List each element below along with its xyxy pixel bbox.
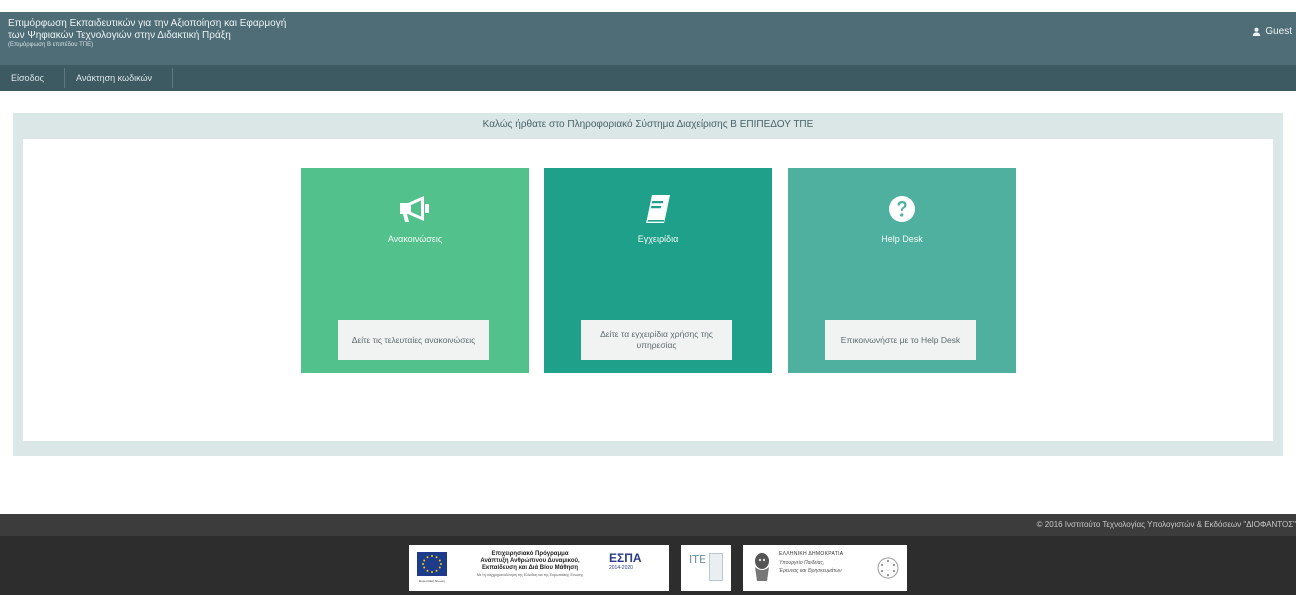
card-title: Help Desk: [881, 234, 923, 244]
nav-divider: [64, 68, 65, 88]
footer-logos: Ευρωπαϊκή Ένωση Επιχειρησιακό Πρόγραμμα …: [0, 536, 1296, 595]
question-circle-icon: [889, 196, 915, 222]
user-name: Guest: [1265, 26, 1292, 37]
card-title: Εγχειρίδια: [637, 234, 679, 244]
card-help-desk: Help Desk Επικοινωνήστε με το Help Desk: [788, 168, 1016, 373]
panel-title: Καλώς ήρθατε στο Πληροφοριακό Σύστημα Δι…: [482, 119, 814, 130]
eu-stars-badge-icon: [877, 557, 899, 579]
user-menu[interactable]: Guest: [1252, 26, 1292, 37]
header-title-line2: των Ψηφιακών Τεχνολογιών στην Διδακτική …: [8, 30, 231, 41]
eu-espa-logo: Ευρωπαϊκή Ένωση Επιχειρησιακό Πρόγραμμα …: [409, 545, 669, 591]
greek-emblem-icon: [755, 553, 769, 581]
view-manuals-button[interactable]: Δείτε τα εγχειρίδια χρήσης της υπηρεσίας: [581, 320, 732, 360]
header-title-line1: Επιμόρφωση Εκπαιδευτικών για την Αξιοποί…: [8, 18, 287, 29]
greek-ministry-logo: ΕΛΛΗΝΙΚΗ ΔΗΜΟΚΡΑΤΙΑ Υπουργείο Παιδείας, …: [743, 545, 907, 591]
card-announcements: Ανακοινώσεις Δείτε τις τελευταίες ανακοι…: [301, 168, 529, 373]
view-announcements-button[interactable]: Δείτε τις τελευταίες ανακοινώσεις: [338, 320, 489, 360]
card-manuals: Εγχειρίδια Δείτε τα εγχειρίδια χρήσης τη…: [544, 168, 772, 373]
nav-item-login[interactable]: Είσοδος: [3, 65, 52, 91]
site-header: Επιμόρφωση Εκπαιδευτικών για την Αξιοποί…: [0, 12, 1296, 65]
book-icon: [646, 195, 670, 223]
nav-divider: [172, 68, 173, 88]
eu-flag-icon: [417, 552, 447, 576]
megaphone-icon: [400, 196, 429, 222]
ite-emblem-icon: [709, 553, 723, 581]
ite-logo: ITE: [681, 545, 731, 591]
nav-item-recover-codes[interactable]: Ανάκτηση κωδικών: [68, 65, 160, 91]
eu-caption: Ευρωπαϊκή Ένωση: [419, 579, 445, 583]
main-nav: Είσοδος Ανάκτηση κωδικών: [0, 65, 1296, 91]
header-version: (Επιμόρφωση Β επιπέδου ΤΠΕ): [8, 42, 94, 48]
greek-ministry-text: ΕΛΛΗΝΙΚΗ ΔΗΜΟΚΡΑΤΙΑ Υπουργείο Παιδείας, …: [779, 551, 844, 574]
contact-help-desk-button[interactable]: Επικοινωνήστε με το Help Desk: [825, 320, 976, 360]
copyright-text: © 2016 Ινστιτούτο Τεχνολογίας Υπολογιστώ…: [1036, 520, 1296, 529]
espa-logo: ΕΣΠΑ 2014-2020: [609, 551, 642, 571]
footer-copyright-bar: © 2016 Ινστιτούτο Τεχνολογίας Υπολογιστώ…: [0, 514, 1296, 536]
top-band: [0, 0, 1296, 12]
card-title: Ανακοινώσεις: [387, 234, 443, 244]
operational-programme-text: Επιχειρησιακό Πρόγραμμα Ανάπτυξη Ανθρώπι…: [476, 551, 584, 577]
user-icon: [1253, 27, 1261, 36]
